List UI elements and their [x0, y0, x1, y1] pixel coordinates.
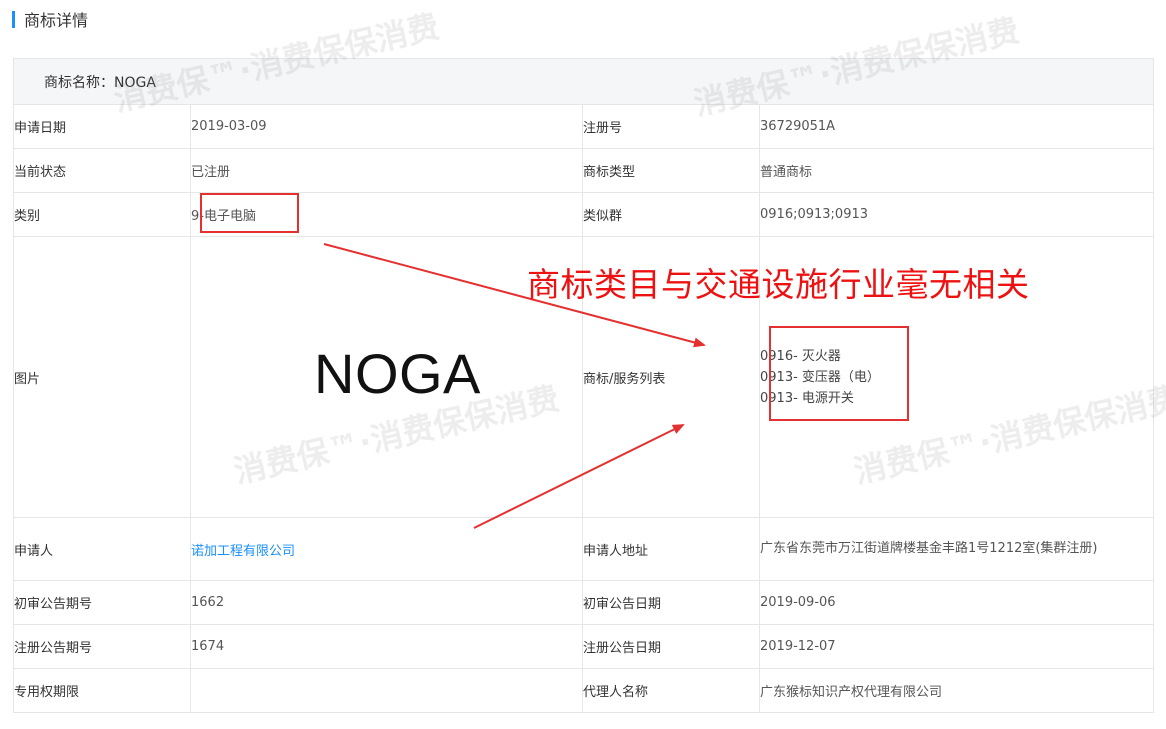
- field-value: 0916;0913;0913: [758, 192, 1155, 237]
- field-value: 广东猴标知识产权代理有限公司: [758, 668, 1155, 713]
- field-label: 商标类型: [582, 148, 760, 193]
- section-accent-bar: [12, 10, 15, 28]
- field-value: 已注册: [190, 148, 583, 193]
- trademark-logo: NOGA: [314, 342, 481, 405]
- table-row: 注册公告期号 1674 注册公告日期 2019-12-07: [13, 624, 1155, 669]
- table-row: 当前状态 已注册 商标类型 普通商标: [13, 148, 1155, 193]
- applicant-cell: 诺加工程有限公司: [190, 517, 583, 581]
- field-label: 类似群: [582, 192, 760, 237]
- section-title: 商标详情: [24, 11, 89, 30]
- field-value: 2019-09-06: [758, 580, 1155, 625]
- field-value: 2019-12-07: [758, 624, 1155, 669]
- applicant-link[interactable]: 诺加工程有限公司: [191, 544, 295, 559]
- services-highlight-box: [769, 326, 909, 421]
- field-label: 当前状态: [13, 148, 191, 193]
- table-row: 专用权期限 代理人名称 广东猴标知识产权代理有限公司: [13, 668, 1155, 713]
- field-value: 普通商标: [758, 148, 1155, 193]
- field-label: 初审公告期号: [13, 580, 191, 625]
- field-label: 注册公告期号: [13, 624, 191, 669]
- field-label: 申请人地址: [582, 517, 760, 581]
- field-value: 36729051A: [758, 104, 1155, 149]
- table-row: 初审公告期号 1662 初审公告日期 2019-09-06: [13, 580, 1155, 625]
- category-highlight-box: [200, 193, 299, 233]
- trademark-image: NOGA: [190, 236, 583, 518]
- field-label: 注册公告日期: [582, 624, 760, 669]
- field-label: 申请日期: [13, 104, 191, 149]
- field-label: 类别: [13, 192, 191, 237]
- trademark-detail-table: 商标名称：NOGA 申请日期 2019-03-09 注册号 36729051A …: [12, 58, 1155, 713]
- field-label: 初审公告日期: [582, 580, 760, 625]
- field-value: [190, 668, 583, 713]
- annotation-text: 商标类目与交通设施行业毫无相关: [527, 265, 1030, 304]
- table-row: 申请人 诺加工程有限公司 申请人地址 广东省东莞市万江街道牌楼基金丰路1号121…: [13, 517, 1155, 581]
- field-value: 2019-03-09: [190, 104, 583, 149]
- field-label: 专用权期限: [13, 668, 191, 713]
- table-row: 申请日期 2019-03-09 注册号 36729051A: [13, 104, 1155, 149]
- table-row: 类别 9-电子电脑 类似群 0916;0913;0913: [13, 192, 1155, 237]
- field-label: 注册号: [582, 104, 760, 149]
- trademark-name-row: 商标名称：NOGA: [12, 58, 1155, 105]
- field-label: 代理人名称: [582, 668, 760, 713]
- field-label: 图片: [13, 236, 191, 518]
- field-value: 广东省东莞市万江街道牌楼基金丰路1号1212室(集群注册): [758, 517, 1155, 581]
- section-header: 商标详情: [12, 7, 88, 31]
- field-value: 1662: [190, 580, 583, 625]
- field-value: 1674: [190, 624, 583, 669]
- field-label: 申请人: [13, 517, 191, 581]
- trademark-name: 商标名称：NOGA: [12, 58, 1155, 105]
